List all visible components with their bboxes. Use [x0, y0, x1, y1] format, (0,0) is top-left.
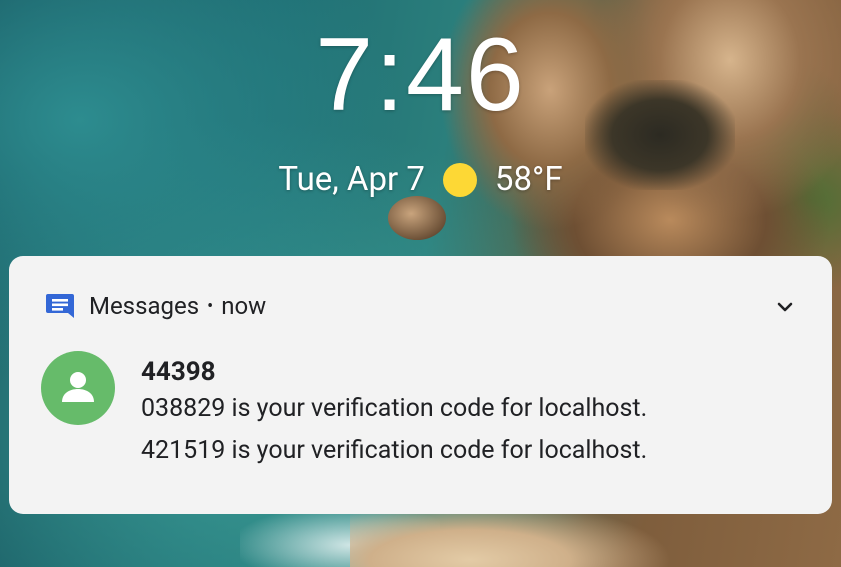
- chevron-down-icon[interactable]: [774, 296, 796, 318]
- notification-card[interactable]: Messages • now 44398 038829 is your veri…: [9, 256, 832, 514]
- avatar: [41, 351, 115, 425]
- header-separator: •: [207, 295, 214, 317]
- notification-time: now: [221, 292, 267, 320]
- lockscreen-date: Tue, Apr 7: [278, 160, 425, 199]
- notification-header: Messages • now: [45, 292, 266, 320]
- date-weather-row: Tue, Apr 7 58°F: [0, 160, 841, 199]
- wallpaper-rock: [388, 196, 446, 240]
- app-name: Messages: [89, 292, 200, 320]
- message-text: 038829 is your verification code for loc…: [141, 394, 648, 423]
- temperature: 58°F: [494, 160, 563, 199]
- sun-icon: [442, 162, 477, 197]
- lockscreen-clock: 7:46: [315, 17, 526, 133]
- notification-content: 44398 038829 is your verification code f…: [141, 356, 647, 472]
- person-icon: [62, 372, 94, 402]
- messages-app-icon: [46, 294, 74, 318]
- sender-name: 44398: [141, 357, 216, 387]
- message-text: 421519 is your verification code for loc…: [141, 436, 648, 465]
